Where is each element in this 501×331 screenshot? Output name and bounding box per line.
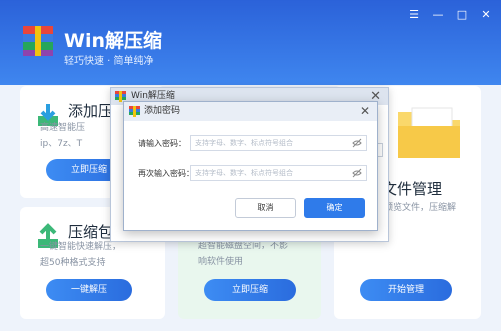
dialog-title: Win解压缩: [131, 91, 175, 101]
password-input[interactable]: 支持字母、数字、标点符号组合: [190, 135, 367, 151]
eye-hide-icon[interactable]: [352, 138, 362, 148]
confirm-button[interactable]: 确定: [304, 198, 365, 218]
confirm-password-input[interactable]: 支持字母、数字、标点符号组合: [190, 165, 367, 181]
app-title: Win解压缩: [64, 30, 162, 52]
app-subtitle: 轻巧快速 · 简单纯净: [64, 56, 154, 67]
password-placeholder: 支持字母、数字、标点符号组合: [195, 139, 293, 147]
password-dialog-title: 添加密码: [144, 106, 181, 116]
card-desc: 高速智能压 ip、7z、T: [40, 123, 86, 149]
menu-icon[interactable]: ☰: [407, 8, 421, 22]
close-icon[interactable]: ✕: [360, 102, 370, 121]
password-label: 请输入密码：: [138, 139, 186, 148]
card-desc: 预览文件，压缩解: [384, 203, 457, 213]
maximize-icon[interactable]: □: [455, 8, 469, 22]
cancel-button[interactable]: 取消: [235, 198, 296, 218]
eye-hide-icon[interactable]: [352, 168, 362, 178]
window-controls: ☰ — □ ✕: [407, 8, 493, 22]
start-manage-button[interactable]: 开始管理: [360, 279, 452, 301]
password-dialog: 添加密码 ✕ 请输入密码： 支持字母、数字、标点符号组合 再次输入密码： 支持字…: [123, 101, 378, 231]
compress-now-button-2[interactable]: 立即压缩: [204, 279, 296, 301]
app-logo-icon: [129, 106, 140, 117]
card-desc: 一键智能快速解压， 超50种格式支持: [40, 242, 122, 268]
close-icon[interactable]: ✕: [479, 8, 493, 22]
extract-now-button[interactable]: 一键解压: [46, 279, 132, 301]
password-dialog-header: 添加密码 ✕: [124, 102, 377, 121]
card-title: 文件管理: [382, 180, 443, 198]
folder-icon: [398, 107, 460, 158]
confirm-password-placeholder: 支持字母、数字、标点符号组合: [195, 169, 293, 177]
card-desc: 超智能磁盘空间，不影 响软件使用: [198, 241, 289, 267]
card-title: 添加压: [68, 102, 114, 120]
app-logo-icon: [23, 26, 53, 56]
confirm-password-label: 再次输入密码：: [138, 169, 194, 178]
minimize-icon[interactable]: —: [431, 8, 445, 22]
